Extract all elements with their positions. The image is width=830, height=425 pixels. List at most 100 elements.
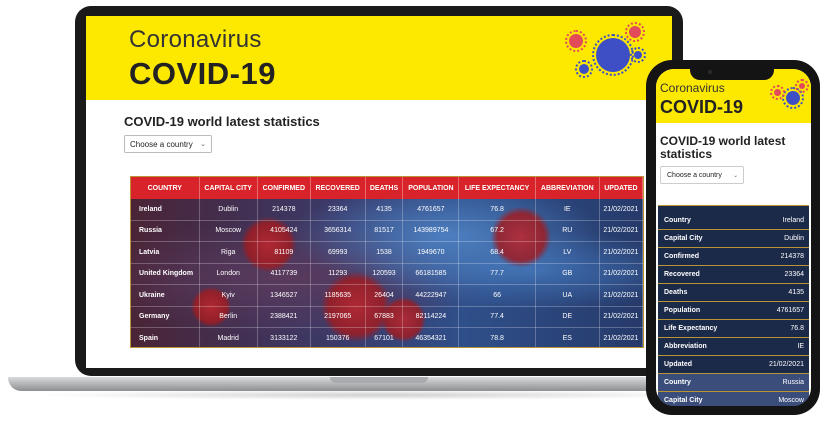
table-cell: 23364 (310, 199, 366, 221)
table-cell: 2388421 (257, 306, 311, 328)
mobile-section-title: COVID-19 world latest statistics (660, 134, 786, 161)
country-select[interactable]: Choose a country ⌄ (124, 135, 212, 153)
hero-title: COVID-19 (129, 56, 276, 91)
virus-icon (625, 22, 645, 42)
column-header[interactable]: ABBREVIATION (535, 177, 600, 199)
table-cell: 1949670 (402, 241, 460, 264)
table-row: Germany Berlin 2388421 2197065 67883 82114224… (131, 306, 643, 328)
table-cell: 77.4 (458, 306, 536, 328)
mobile-card-row: Updated 21/02/2021 (658, 356, 809, 374)
column-header[interactable]: LIFE EXPECTANCY (458, 177, 536, 199)
virus-icon (592, 34, 634, 76)
table-cell: 67101 (365, 327, 404, 347)
mobile-card-row: Country Russia (658, 374, 809, 392)
table-cell: 21/02/2021 (599, 220, 643, 242)
column-header[interactable]: POPULATION (402, 177, 460, 199)
virus-icon (782, 87, 804, 109)
table-cell: 21/02/2021 (599, 263, 643, 285)
table-row: Ireland Dublin 214378 23364 4135 4761657 76.8 I… (131, 199, 643, 221)
table-cell: 78.8 (458, 327, 536, 347)
mobile-card-row: Deaths 4135 (658, 284, 809, 302)
table-cell: 4761657 (402, 199, 460, 221)
table-row: Latvia Riga 81109 69993 1538 1949670 68.4 LV 21/… (131, 241, 643, 264)
table-cell: 11293 (310, 263, 366, 285)
hero-banner: Coronavirus COVID-19 (86, 16, 672, 100)
column-header[interactable]: DEATHS (365, 177, 404, 199)
table-cell: 1185635 (310, 284, 366, 307)
column-header[interactable]: UPDATED (599, 177, 643, 199)
table-cell: GB (535, 263, 600, 285)
table-cell: 66 (458, 284, 536, 307)
column-header[interactable]: CAPITAL CITY (199, 177, 258, 199)
mobile-card-label: Population (664, 307, 701, 314)
mobile-card-label: Capital City (664, 235, 703, 242)
table-cell: 21/02/2021 (599, 284, 643, 307)
mobile-card-value: Russia (782, 379, 804, 386)
table-cell: 2197065 (310, 306, 366, 328)
table-row: Ukraine Kyiv 1346527 1185635 26404 44222947 66… (131, 284, 643, 307)
table-cell: 1538 (365, 241, 404, 264)
table-header-row: COUNTRY CAPITAL CITY CONFIRMED RECOVERED… (131, 177, 643, 199)
mobile-country-select[interactable]: Choose a country ⌄ (660, 166, 744, 184)
table-cell: 214378 (257, 199, 311, 221)
table-cell: 77.7 (458, 263, 536, 285)
table-cell: 4117739 (257, 263, 311, 285)
stats-table-container: COUNTRY CAPITAL CITY CONFIRMED RECOVERED… (130, 176, 644, 348)
phone-screen: Coronavirus COVID-19 COVID-19 world late… (656, 69, 811, 406)
table-cell: 26404 (365, 284, 404, 307)
table-body: Ireland Dublin 214378 23364 4135 4761657 76.8 I… (131, 199, 643, 347)
table-cell: 21/02/2021 (599, 306, 643, 328)
table-row: Russia Moscow 4105424 3656314 81517 143989754… (131, 220, 643, 242)
table-cell: 81517 (365, 220, 404, 242)
table-cell: 4105424 (257, 220, 311, 242)
mobile-card-label: Life Expectancy (664, 325, 718, 332)
mobile-card-row: Recovered 23364 (658, 266, 809, 284)
table-cell: 67883 (365, 306, 404, 328)
table-cell: 68.4 (458, 241, 536, 264)
table-cell: 3656314 (310, 220, 366, 242)
table-cell: LV (535, 241, 600, 264)
mobile-card-value: IE (797, 343, 804, 350)
table-cell: Madrid (199, 327, 258, 347)
table-cell: 44222947 (402, 284, 460, 307)
laptop-shadow (30, 390, 730, 400)
chevron-down-icon: ⌄ (732, 173, 738, 179)
mobile-card-row: Capital City Dublin (658, 230, 809, 248)
table-cell: 1346527 (257, 284, 311, 307)
virus-icon (565, 30, 587, 52)
table-cell: 67.2 (458, 220, 536, 242)
virus-icon (575, 60, 593, 78)
table-cell: IE (535, 199, 600, 221)
mobile-card-value: Ireland (782, 217, 804, 224)
column-header[interactable]: CONFIRMED (257, 177, 311, 199)
mobile-card-value: Moscow (778, 397, 804, 404)
mobile-card-value: 21/02/2021 (768, 361, 804, 368)
hero-subtitle: Coronavirus (129, 26, 262, 53)
mobile-card-label: Confirmed (664, 253, 699, 260)
table-cell: 21/02/2021 (599, 327, 643, 347)
mobile-card-label: Country (664, 217, 691, 224)
column-header[interactable]: RECOVERED (310, 177, 366, 199)
mobile-stats-card: Country Ireland Capital City Dublin Confirme… (658, 205, 809, 406)
mobile-card-row: Abbreviation IE (658, 338, 809, 356)
mobile-card-row: Life Expectancy 76.8 (658, 320, 809, 338)
mobile-card-value: 214378 (780, 253, 804, 260)
virus-icon (630, 47, 646, 63)
table-cell: 3133122 (257, 327, 311, 347)
mobile-country-select-value: Choose a country (667, 172, 722, 179)
section-title: COVID-19 world latest statistics (124, 114, 320, 129)
table-cell: London (199, 263, 258, 285)
table-cell: 81109 (257, 241, 311, 264)
mobile-card-value: 76.8 (790, 325, 804, 332)
table-cell: 150376 (310, 327, 366, 347)
mobile-hero-title: COVID-19 (660, 97, 744, 117)
table-cell: 21/02/2021 (599, 241, 643, 264)
virus-icon (770, 85, 785, 100)
column-header[interactable]: COUNTRY (131, 177, 200, 199)
table-cell: DE (535, 306, 600, 328)
table-cell: 21/02/2021 (599, 199, 643, 221)
table-row: Spain Madrid 3133122 150376 67101 46354321 78.… (131, 327, 643, 347)
mobile-card-row: Country Ireland (658, 212, 809, 230)
table-cell-country: Russia (131, 220, 200, 242)
table-row: United Kingdom London 4117739 11293 120593 66… (131, 263, 643, 285)
